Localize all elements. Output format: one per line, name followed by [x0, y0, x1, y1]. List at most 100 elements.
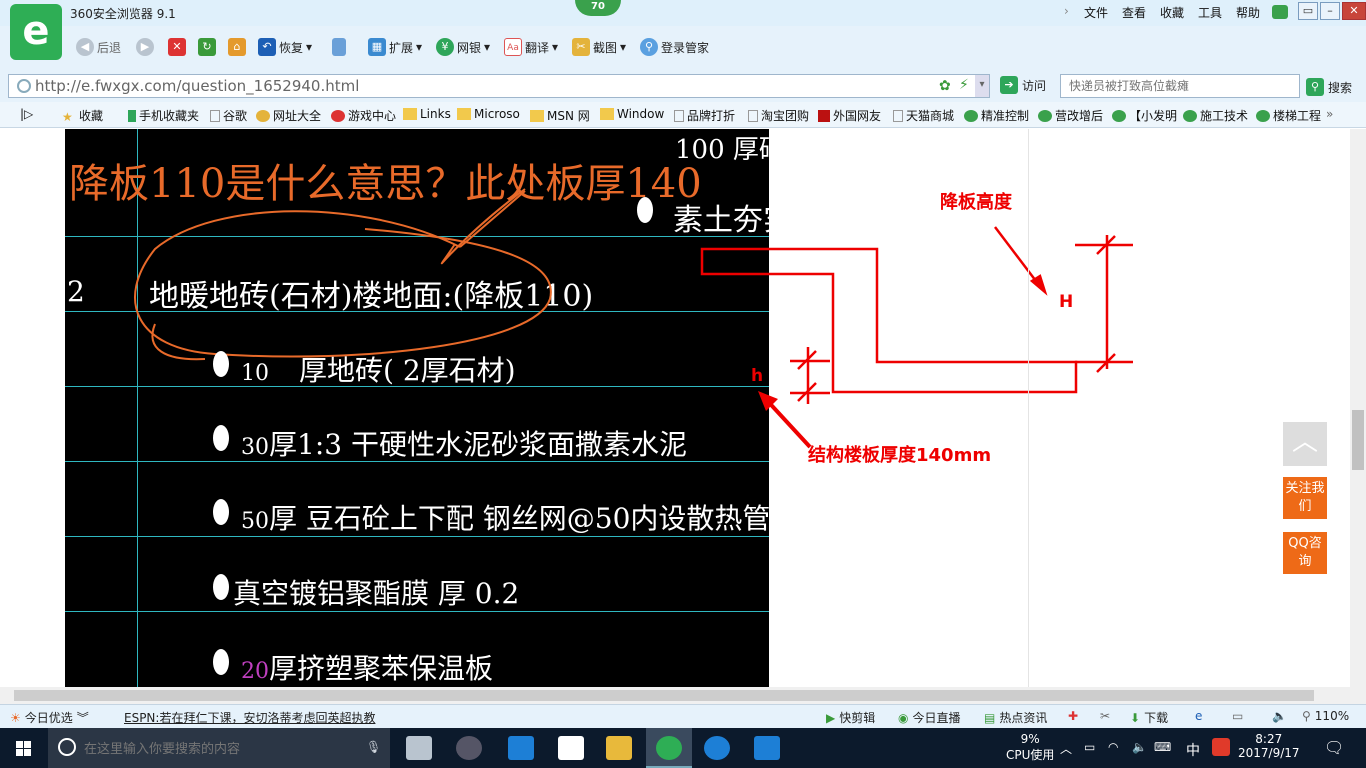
skin-icon[interactable] — [1272, 5, 1288, 19]
menu-file[interactable]: 文件 — [1084, 4, 1108, 21]
wifi-icon[interactable]: ◠ — [1108, 740, 1118, 754]
visit-button[interactable]: ➔ 访问 — [1000, 76, 1046, 94]
bookmark-item[interactable]: 外国网友 — [818, 107, 881, 124]
app-icon[interactable] — [456, 736, 482, 760]
bookmark-item[interactable]: 网址大全 — [256, 107, 321, 124]
search-input[interactable] — [1060, 74, 1300, 98]
speed-icon[interactable]: ⚡ — [959, 77, 969, 93]
ime-indicator[interactable]: 中 — [1186, 740, 1200, 760]
today-pick-button[interactable]: ☀ 今日优选 ︾ — [10, 709, 89, 726]
back-to-top-button[interactable]: ︿ — [1283, 422, 1327, 466]
store-icon[interactable] — [558, 736, 584, 760]
task-view-icon[interactable] — [406, 736, 432, 760]
bookmark-item[interactable]: 施工技术 — [1183, 107, 1248, 124]
sidebar-toggle-icon[interactable]: |▷ — [20, 107, 33, 121]
microphone-icon[interactable]: 🎙 — [366, 740, 381, 754]
bookmark-item[interactable]: 【小发明 — [1112, 107, 1177, 124]
menu-view[interactable]: 查看 — [1122, 4, 1146, 21]
menu-favorites[interactable]: 收藏 — [1160, 4, 1184, 21]
speaker-icon[interactable]: 🔈 — [1132, 740, 1147, 754]
live-button[interactable]: ◉ 今日直播 — [898, 709, 961, 726]
compact-mode-button[interactable]: ▭ — [1298, 2, 1318, 20]
chevron-icon[interactable]: › — [1064, 4, 1069, 18]
download-button[interactable]: ⬇ 下载 — [1130, 709, 1168, 726]
security-icon[interactable]: ✿ — [939, 78, 951, 94]
login-manager-button[interactable]: ⚲ 登录管家 — [640, 38, 709, 56]
cpu-monitor[interactable]: 9% CPU使用 — [1006, 732, 1054, 763]
battery-icon[interactable]: ▭ — [1084, 740, 1095, 754]
vertical-scroll-thumb[interactable] — [1352, 410, 1364, 470]
vertical-scrollbar[interactable] — [1350, 129, 1366, 687]
cpu-label: CPU使用 — [1006, 748, 1055, 762]
security-shield-icon[interactable]: ✚ — [1068, 709, 1078, 723]
back-button[interactable]: ◀ 后退 — [76, 38, 121, 56]
download-label: 下载 — [1144, 711, 1169, 725]
bookmark-item[interactable]: 天猫商城 — [893, 107, 954, 124]
taskbar-search-input[interactable] — [48, 728, 390, 768]
app-plus-icon[interactable] — [754, 736, 780, 760]
screenshot-button[interactable]: ✂ 截图 ▾ — [572, 38, 626, 56]
bookmark-item[interactable]: 精准控制 — [964, 107, 1029, 124]
url-text: http://e.fwxgx.com/question_1652940.html — [35, 77, 360, 95]
zoom-control[interactable]: ⚲ 110% — [1302, 709, 1349, 723]
undo-icon: ↶ — [258, 38, 276, 56]
dropdown-icon: ▾ — [484, 40, 491, 54]
bookmark-item[interactable]: 楼梯工程 — [1256, 107, 1321, 124]
search-button[interactable]: ⚲ 搜索 — [1306, 78, 1352, 96]
stop-button[interactable]: ✕ — [168, 38, 186, 56]
address-bar[interactable]: http://e.fwxgx.com/question_1652940.html… — [8, 74, 990, 98]
notification-icon[interactable]: 🗨 — [1324, 738, 1344, 757]
follow-us-button[interactable]: 关注我们 — [1283, 477, 1327, 519]
bookmark-item[interactable]: 谷歌 — [210, 107, 247, 124]
clock[interactable]: 8:27 2017/9/17 — [1238, 732, 1300, 760]
bookmark-label: 手机收藏夹 — [139, 109, 200, 123]
horizontal-scroll-thumb[interactable] — [14, 690, 1314, 701]
edge-icon[interactable] — [508, 736, 534, 760]
globe-icon — [256, 109, 270, 122]
minimize-button[interactable]: – — [1320, 2, 1340, 20]
translate-button[interactable]: Aa 翻译 ▾ — [504, 38, 558, 56]
news-ticker-link[interactable]: ESPN:若在拜仁下课，安切洛蒂考虑回英超执教 — [124, 709, 375, 726]
tools-icon[interactable]: ✂ — [1100, 709, 1110, 723]
bookmark-folder[interactable]: Links — [403, 107, 451, 121]
forward-button[interactable]: ▶ — [136, 38, 154, 56]
netbank-button[interactable]: ¥ 网银 ▾ — [436, 38, 490, 56]
extend-button[interactable]: ▦ 扩展 ▾ — [368, 38, 422, 56]
taskbar-360-browser[interactable] — [646, 728, 692, 768]
bookmark-label: Links — [420, 107, 451, 121]
close-button[interactable]: ✕ — [1342, 2, 1366, 20]
bookmark-favorites[interactable]: ★ 收藏 — [62, 107, 103, 124]
more-bookmarks-icon[interactable]: » — [1326, 107, 1333, 121]
keyboard-icon[interactable]: ⌨ — [1154, 740, 1171, 754]
refresh-button[interactable]: ↻ — [198, 38, 216, 56]
bookmark-folder[interactable]: Microso — [457, 107, 520, 121]
small-h-label: h — [751, 366, 764, 386]
restore-button[interactable]: ↶ 恢复 ▾ — [258, 38, 312, 56]
app-g-icon[interactable] — [704, 736, 730, 760]
bookmark-item[interactable]: 游戏中心 — [331, 107, 396, 124]
browser-logo-icon[interactable]: e — [10, 4, 62, 60]
live-label: 今日直播 — [912, 711, 961, 725]
menu-tools[interactable]: 工具 — [1198, 4, 1222, 21]
menu-help[interactable]: 帮助 — [1236, 4, 1260, 21]
sogou-icon[interactable] — [1212, 738, 1230, 756]
bookmark-folder[interactable]: Window — [600, 107, 664, 121]
bookmark-item[interactable]: 营改增后 — [1038, 107, 1103, 124]
qq-consult-button[interactable]: QQ咨询 — [1283, 532, 1327, 574]
bookmark-label: 淘宝团购 — [761, 109, 810, 123]
bookmark-item[interactable]: 品牌打折 — [674, 107, 735, 124]
window-icon[interactable]: ▭ — [1232, 709, 1243, 723]
url-dropdown-icon[interactable]: ▾ — [975, 75, 989, 97]
quick-cut-button[interactable]: ▶ 快剪辑 — [826, 709, 875, 726]
file-explorer-icon[interactable] — [606, 736, 632, 760]
hot-news-button[interactable]: ▤ 热点资讯 — [984, 709, 1047, 726]
mobile-button[interactable] — [332, 38, 346, 56]
bookmark-folder[interactable]: MSN 网 — [530, 107, 590, 124]
volume-icon[interactable]: 🔈 — [1272, 709, 1287, 723]
start-button[interactable] — [0, 728, 48, 768]
show-hidden-icons[interactable]: ︿ — [1060, 740, 1072, 757]
bookmark-item[interactable]: 手机收藏夹 — [128, 107, 199, 124]
bookmark-item[interactable]: 淘宝团购 — [748, 107, 809, 124]
ie-icon[interactable]: e — [1195, 709, 1202, 723]
home-button[interactable]: ⌂ — [228, 38, 246, 56]
